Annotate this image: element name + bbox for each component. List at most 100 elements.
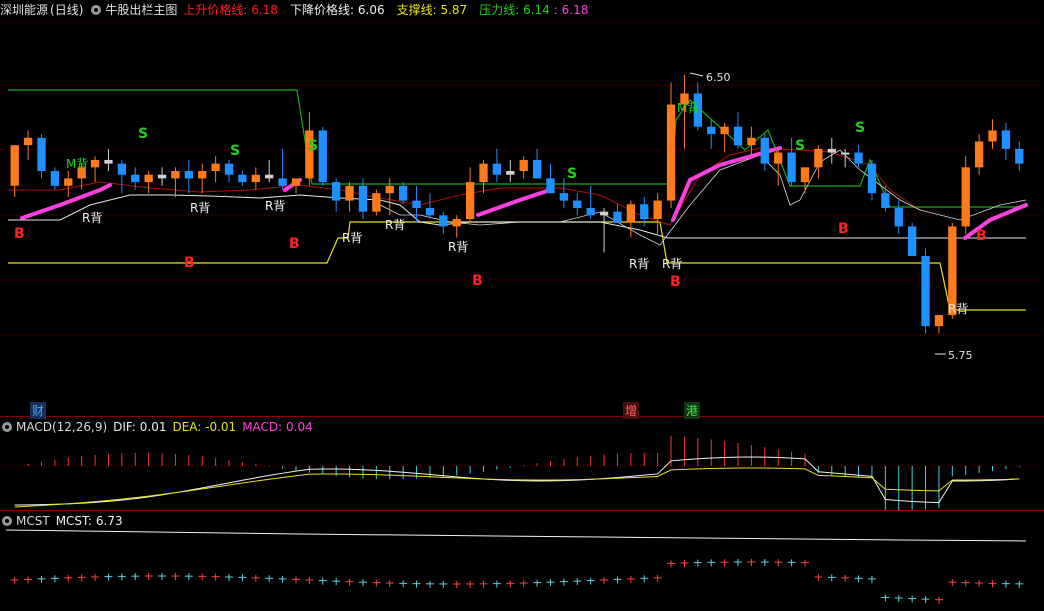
- signal-b: B: [289, 236, 300, 252]
- candle-body: [532, 159, 542, 179]
- dea-line: [14, 467, 1020, 508]
- candle-body: [760, 137, 769, 164]
- signal-r-bei: R背: [662, 257, 682, 271]
- candle-body: [104, 159, 113, 164]
- mcst-name[interactable]: MCST: [16, 511, 50, 531]
- candle-body: [425, 207, 435, 216]
- candle-body: [827, 148, 836, 153]
- macd-header: MACD(12,26,9) DIF: 0.01 DEA: -0.01 MACD:…: [0, 417, 319, 437]
- candle-body: [559, 193, 569, 201]
- candle-body: [841, 152, 850, 155]
- candle-body: [720, 126, 729, 135]
- signal-s: S: [138, 126, 148, 142]
- signal-r-bei: R背: [948, 302, 968, 316]
- candle-body: [1015, 148, 1024, 164]
- signal-r-bei: R背: [629, 257, 649, 271]
- candle-body: [653, 200, 662, 220]
- mcst-settings-icon[interactable]: [2, 516, 12, 526]
- candle-body: [733, 126, 743, 146]
- macd-value: MACD: 0.04: [242, 420, 313, 434]
- candle-body: [586, 207, 595, 216]
- macd-name[interactable]: MACD(12,26,9): [16, 417, 107, 437]
- signal-r-bei: R背: [190, 201, 210, 215]
- candle-body: [131, 174, 140, 183]
- macd-settings-icon[interactable]: [2, 422, 12, 432]
- candle-body: [640, 204, 649, 220]
- signal-s: S: [795, 138, 805, 154]
- macd-panel: [14, 435, 1020, 510]
- candle-body: [894, 207, 903, 227]
- candle-body: [921, 255, 930, 327]
- signal-r-bei: R背: [385, 218, 405, 232]
- candle-body: [171, 171, 180, 179]
- indicator-lines: [8, 89, 1028, 311]
- signal-r-bei: R背: [448, 240, 468, 254]
- trend-line: [963, 203, 1028, 240]
- dif-line: [14, 456, 1020, 506]
- signal-s: S: [230, 143, 240, 159]
- candle-body: [50, 171, 60, 186]
- candle-body: [867, 163, 877, 194]
- signal-m-bei: M背: [66, 157, 88, 171]
- candle-body: [626, 204, 636, 223]
- candle-body: [519, 159, 528, 172]
- candle-body: [157, 174, 167, 179]
- candle-body: [439, 215, 448, 227]
- ma-white-line: [379, 149, 1027, 246]
- signal-s: S: [308, 138, 318, 154]
- candle-body: [358, 185, 368, 212]
- candle-body: [800, 167, 810, 183]
- candle-body: [599, 211, 609, 216]
- candle-body: [961, 167, 970, 227]
- candle-body: [814, 148, 823, 168]
- signal-s: S: [567, 166, 577, 182]
- candle-body: [64, 178, 73, 186]
- signal-r-bei: R背: [265, 199, 285, 213]
- high-price-label: 6.50: [706, 71, 731, 84]
- candle-body: [613, 211, 622, 223]
- candle-body: [251, 174, 260, 183]
- mcst-line: [5, 529, 1027, 542]
- candle-body: [291, 178, 301, 186]
- mcst-divider: [0, 510, 1044, 511]
- candle-body: [345, 185, 354, 201]
- candle-body: [988, 130, 997, 142]
- candle-body: [573, 200, 582, 208]
- candle-body: [144, 174, 153, 183]
- candle-body: [974, 141, 984, 168]
- candle-body: [506, 171, 515, 175]
- signal-b: B: [472, 273, 483, 289]
- candle-body: [934, 315, 944, 327]
- candle-body: [465, 182, 475, 220]
- grid-lines: [0, 21, 1044, 467]
- candle-body: [747, 137, 756, 146]
- signal-b: B: [838, 221, 849, 237]
- ma-red-line: [8, 147, 921, 226]
- signal-m-bei: M背: [677, 101, 699, 115]
- price-chart[interactable]: S S S S S S B B B B B B B R背 R背 R背 R背 R背 R背 R背 R背 R背 M背 M背 6.50 5…: [0, 0, 1044, 611]
- mcst-header: MCST MCST: 6.73: [0, 511, 129, 531]
- candle-body: [318, 130, 327, 183]
- candle-body: [412, 200, 421, 208]
- gang-marker[interactable]: 港: [684, 402, 701, 419]
- candle-body: [707, 126, 716, 135]
- signal-b: B: [976, 228, 987, 244]
- candle-body: [492, 163, 502, 175]
- candle-body: [332, 182, 341, 201]
- candle-body: [117, 163, 127, 175]
- signal-b: B: [184, 255, 195, 271]
- candle-body: [198, 171, 207, 179]
- signal-s: S: [855, 120, 865, 136]
- candle-body: [265, 174, 274, 179]
- candle-body: [1001, 130, 1011, 149]
- candle-body: [372, 193, 381, 212]
- candle-body: [278, 178, 287, 186]
- zeng-marker[interactable]: 增: [623, 402, 640, 419]
- signal-b: B: [14, 226, 25, 242]
- candle-body: [23, 137, 33, 146]
- candle-body: [854, 152, 863, 164]
- candle-body: [398, 185, 408, 201]
- signal-labels: S S S S S S B B B B B B B R背 R背 R背 R背 R背 R背 R背 R背 R背 M背 M背 6.50 5…: [14, 71, 987, 362]
- candle-body: [666, 104, 676, 201]
- support-line: [8, 221, 1026, 311]
